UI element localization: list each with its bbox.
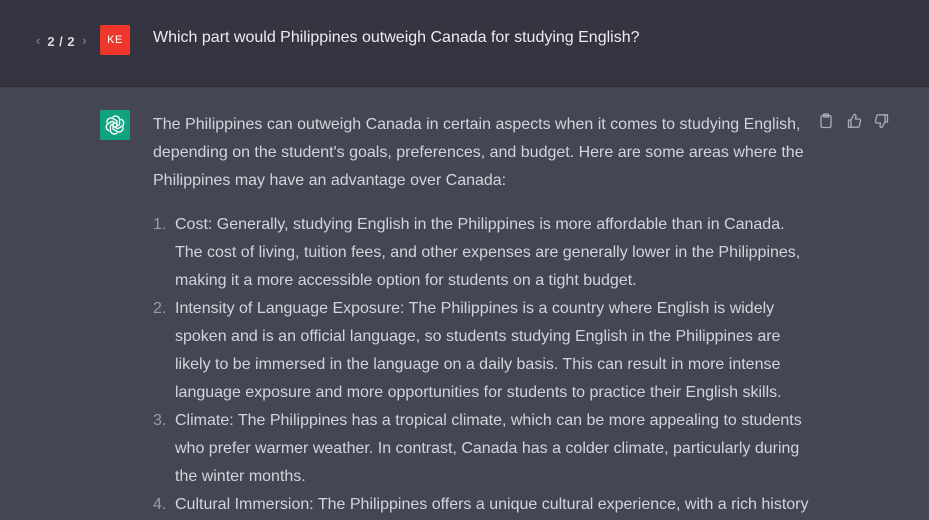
message-pager: ‹ 2 / 2 › [36, 33, 86, 49]
thumbs-up-icon[interactable] [846, 113, 862, 129]
list-number: 1. [153, 216, 167, 233]
clipboard-icon[interactable] [818, 113, 834, 129]
list-item: 1. Cost: Generally, studying English in … [153, 211, 809, 295]
answer-list: 1. Cost: Generally, studying English in … [153, 211, 809, 519]
message-actions [818, 113, 890, 129]
list-item-text: Cultural Immersion: The Philippines offe… [175, 496, 809, 513]
user-message-row: ‹ 2 / 2 › KE Which part would Philippine… [0, 0, 929, 87]
list-number: 4. [153, 496, 167, 513]
list-item: 4. Cultural Immersion: The Philippines o… [153, 491, 809, 519]
openai-logo-icon [100, 110, 130, 140]
answer-intro: The Philippines can outweigh Canada in c… [153, 116, 804, 189]
list-number: 2. [153, 300, 167, 317]
thumbs-down-icon[interactable] [874, 113, 890, 129]
list-item-text: Intensity of Language Exposure: The Phil… [175, 300, 782, 401]
list-item-text: Cost: Generally, studying English in the… [175, 216, 801, 289]
list-number: 3. [153, 412, 167, 429]
chevron-left-icon[interactable]: ‹ [36, 33, 40, 49]
chevron-right-icon[interactable]: › [82, 33, 86, 49]
list-item-text: Climate: The Philippines has a tropical … [175, 412, 802, 485]
user-avatar: KE [100, 25, 130, 55]
assistant-answer: The Philippines can outweigh Canada in c… [153, 111, 809, 519]
user-message-text: Which part would Philippines outweigh Ca… [153, 29, 640, 46]
list-item: 3. Climate: The Philippines has a tropic… [153, 407, 809, 491]
assistant-message-row: The Philippines can outweigh Canada in c… [0, 87, 929, 520]
list-item: 2. Intensity of Language Exposure: The P… [153, 295, 809, 407]
pager-count: 2 / 2 [47, 33, 76, 49]
